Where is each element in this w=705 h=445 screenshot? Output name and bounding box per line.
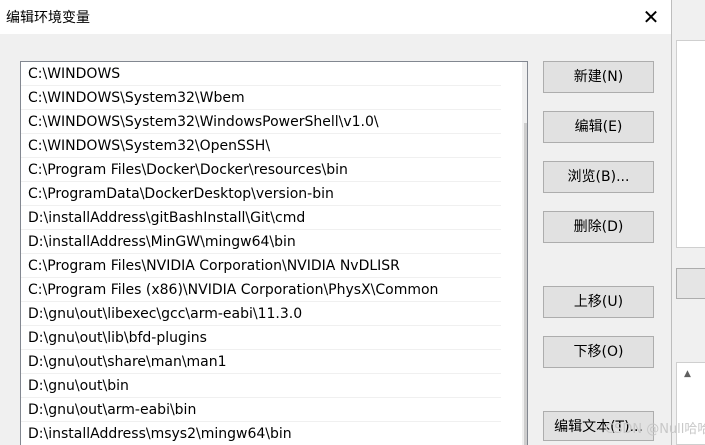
path-list-item[interactable]: D:\gnu\out\lib\bfd-plugins [21, 326, 501, 350]
close-icon[interactable]: ✕ [636, 2, 666, 32]
background-list-panel [676, 40, 705, 248]
delete-button[interactable]: 删除(D) [543, 211, 654, 243]
new-button[interactable]: 新建(N) [543, 61, 654, 93]
path-list-item[interactable]: D:\gnu\out\libexec\gcc\arm-eabi\11.3.0 [21, 302, 501, 326]
path-list-item[interactable]: C:\Program Files (x86)\NVIDIA Corporatio… [21, 278, 501, 302]
path-list-item[interactable]: D:\gnu\out\arm-eabi\bin [21, 398, 501, 422]
path-list-item[interactable]: C:\WINDOWS [21, 62, 501, 86]
background-button[interactable] [676, 268, 705, 299]
dialog-title: 编辑环境变量 [6, 10, 90, 26]
path-list-item[interactable]: C:\WINDOWS\System32\Wbem [21, 86, 501, 110]
background-scroll-up-icon[interactable]: ▲ [684, 369, 691, 379]
watermark: CSDN @Null哈哈 [605, 422, 705, 437]
move-up-button[interactable]: 上移(U) [543, 286, 654, 318]
path-list-item[interactable]: D:\gnu\out\bin [21, 374, 501, 398]
path-list-item[interactable]: D:\installAddress\gitBashInstall\Git\cmd [21, 206, 501, 230]
edit-environment-variable-dialog: 编辑环境变量 ✕ C:\WINDOWS C:\WINDOWS\System32\… [0, 0, 672, 445]
path-list-item[interactable]: C:\WINDOWS\System32\OpenSSH\ [21, 134, 501, 158]
move-down-button[interactable]: 下移(O) [543, 336, 654, 368]
path-list-item[interactable]: D:\installAddress\msys2\mingw64\bin [21, 422, 501, 445]
browse-button[interactable]: 浏览(B)... [543, 161, 654, 193]
path-list-item[interactable]: C:\ProgramData\DockerDesktop\version-bin [21, 182, 501, 206]
path-list-item[interactable]: D:\installAddress\MinGW\mingw64\bin [21, 230, 501, 254]
title-bar: 编辑环境变量 ✕ [0, 0, 671, 34]
edit-button[interactable]: 编辑(E) [543, 111, 654, 143]
path-list-item[interactable]: C:\Program Files\Docker\Docker\resources… [21, 158, 501, 182]
path-list-item[interactable]: D:\gnu\out\share\man\man1 [21, 350, 501, 374]
path-list-item[interactable]: C:\Program Files\NVIDIA Corporation\NVID… [21, 254, 501, 278]
scroll-up-icon[interactable]: ▲ [522, 63, 527, 81]
path-list-item[interactable]: C:\WINDOWS\System32\WindowsPowerShell\v1… [21, 110, 501, 134]
path-list[interactable]: C:\WINDOWS C:\WINDOWS\System32\Wbem C:\W… [20, 61, 528, 445]
scrollbar-thumb[interactable] [524, 123, 527, 445]
